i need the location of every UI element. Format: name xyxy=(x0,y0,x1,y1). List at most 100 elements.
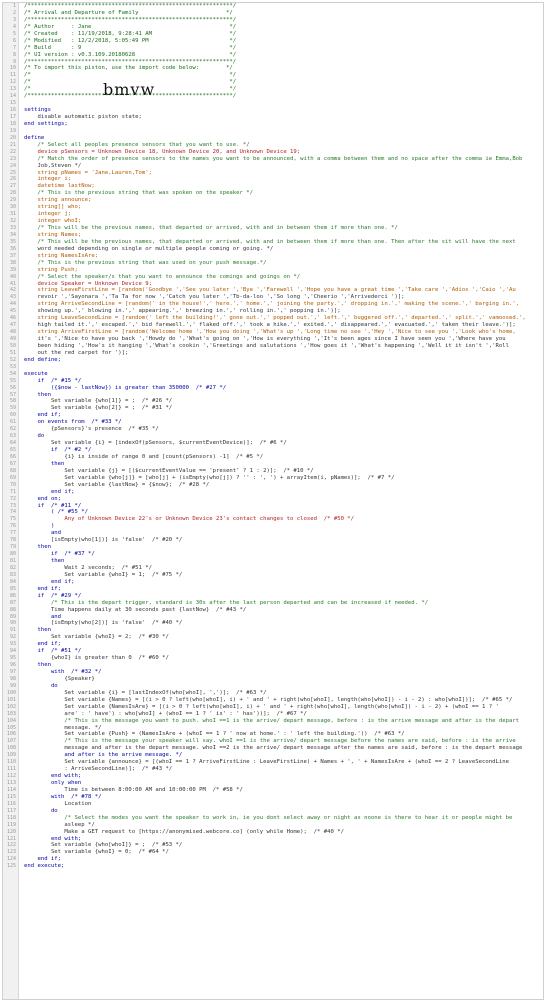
line-number: 10 xyxy=(9,65,16,72)
line-number: 91 xyxy=(9,627,16,634)
line-number: 121 xyxy=(6,835,16,842)
code-line: 77 and xyxy=(3,530,543,537)
line-number: 76 xyxy=(9,523,16,530)
line-number: 89 xyxy=(9,613,16,620)
code-line: 78 [isEmpty(who[1])] is 'false' /* #20 *… xyxy=(3,537,543,544)
line-number: 2 xyxy=(12,9,16,16)
code-line: 54 execute xyxy=(3,371,543,378)
line-number: 49 xyxy=(9,336,16,342)
line-text: and xyxy=(24,613,62,620)
line-text: device pSensors = Unknown Device 18, Unk… xyxy=(24,148,301,155)
code-line: 36 word needed depending on single or mu… xyxy=(3,246,543,253)
line-number: 108 xyxy=(6,745,16,752)
code-line: 40 /* Select the speaker/s that you want… xyxy=(3,274,543,281)
line-number: 116 xyxy=(6,800,16,807)
line-number: 77 xyxy=(9,530,16,537)
line-text: Set variable {j} = [($currentEventValue … xyxy=(24,467,314,474)
code-line: 83 Set variable {whoI} = 1; /* #75 */ xyxy=(3,572,543,579)
code-line: 116 Location xyxy=(3,801,543,808)
line-number: 62 xyxy=(9,426,16,433)
line-text: Set variable {Push} = (NamesIsAre + (who… xyxy=(24,731,405,738)
header-line: 6 /* Modified : 12/2/2018, 5:05:49 PM */ xyxy=(3,38,543,45)
code-line: 90 [isEmpty(who[2])] is 'false' /* #40 *… xyxy=(3,620,543,627)
code-line: 106 Set variable {Push} = (NamesIsAre + … xyxy=(3,731,543,738)
line-number: 90 xyxy=(9,620,16,627)
code-line: 59 Set variable {who[2]} = ; /* #31 */ xyxy=(3,405,543,412)
line-number: 9 xyxy=(12,58,16,65)
code-line: 45 showing up.',' blowing in.',' appeari… xyxy=(3,308,543,315)
line-text: Set variable {i} = [indexOf(pSensors, $c… xyxy=(24,440,287,447)
line-text: : ArriveSecondLine)]; /* #43 */ xyxy=(24,766,173,773)
line-number: 96 xyxy=(9,662,16,669)
line-text: /* Modified : 12/2/2018, 5:05:49 PM */ xyxy=(24,37,237,44)
line-text: Set variable {whoI} = 0; /* #64 */ xyxy=(24,849,169,856)
line-text: /* This is the previous string that was … xyxy=(24,190,254,197)
line-text: only when xyxy=(24,780,82,786)
line-text: if /* #29 */ xyxy=(24,592,82,599)
line-number: 8 xyxy=(12,51,16,58)
line-text: string Push; xyxy=(24,266,78,273)
line-number: 59 xyxy=(9,405,16,412)
code-line: 34 string Names; xyxy=(3,232,543,239)
line-text: message. */ xyxy=(24,724,102,731)
line-number: 111 xyxy=(6,766,16,773)
line-text: then xyxy=(24,544,51,551)
line-number: 99 xyxy=(9,682,16,689)
line-number: 25 xyxy=(9,169,16,176)
line-number: 36 xyxy=(9,245,16,252)
line-number: 80 xyxy=(9,551,16,558)
line-text: Set variable {whoI} = 1; /* #75 */ xyxy=(24,571,183,578)
line-text: then xyxy=(24,662,51,669)
code-line: 69 Set variable {who[j]} = [who[j] + (is… xyxy=(3,475,543,482)
code-line: 20 define xyxy=(3,135,543,142)
line-number: 71 xyxy=(9,488,16,495)
code-line: 119 asleep */ xyxy=(3,822,543,829)
code-line: 42 string LeaveFirstLine = [random('Good… xyxy=(3,287,543,294)
line-number: 74 xyxy=(9,509,16,516)
code-line: 65 if /* #2 */ xyxy=(3,447,543,454)
line-number: 13 xyxy=(9,86,16,93)
line-number: 58 xyxy=(9,398,16,405)
line-number: 55 xyxy=(9,377,16,384)
code-line: 50 been hiding ','How's it hanging ','Wh… xyxy=(3,343,543,350)
code-line: 60 end if; xyxy=(3,412,543,419)
line-text: integer i; xyxy=(24,176,72,183)
line-number: 65 xyxy=(9,447,16,453)
line-text: Set variable {NamesIsAre} = [(i > 0 ? le… xyxy=(24,703,499,710)
line-text: it's ','Nice to have you back ','Howdy d… xyxy=(24,336,506,342)
line-number: 105 xyxy=(6,724,16,731)
line-text: string announce; xyxy=(24,197,92,204)
line-number: 37 xyxy=(9,252,16,259)
code-line: 57 then xyxy=(3,392,543,399)
code-line: 82 Wait 2 seconds; /* #51 */ xyxy=(3,565,543,572)
line-number: 42 xyxy=(9,287,16,294)
line-text: Set variable {who[2]} = ; /* #31 */ xyxy=(24,405,173,412)
code-line: 74 ( /* #55 */ xyxy=(3,509,543,516)
code-line: 111 : ArriveSecondLine)]; /* #43 */ xyxy=(3,766,543,773)
code-line: 26 integer i; xyxy=(3,176,543,183)
code-line: 21 /* Select all peoples presence sensor… xyxy=(3,142,543,149)
header-line: 9 /**************************************… xyxy=(3,59,543,66)
code-line: 110 Set variable {announce} = [(whoI == … xyxy=(3,759,543,766)
code-line: 102 Set variable {NamesIsAre} = [(i > 0 … xyxy=(3,704,543,711)
line-number: 45 xyxy=(9,308,16,315)
line-text: ) xyxy=(24,523,55,530)
line-number: 119 xyxy=(6,821,16,828)
line-number: 83 xyxy=(9,571,16,578)
line-text: then xyxy=(24,558,65,564)
line-text: [isEmpty(who[1])] is 'false' /* #20 */ xyxy=(24,537,183,544)
line-number: 19 xyxy=(9,127,16,134)
line-text: and xyxy=(24,530,62,537)
line-number: 73 xyxy=(9,502,16,509)
line-number: 93 xyxy=(9,641,16,648)
line-text: string Names; xyxy=(24,231,82,238)
line-text: /* This is the message your speaker will… xyxy=(24,738,516,745)
line-number: 88 xyxy=(9,606,16,613)
line-number: 27 xyxy=(9,183,16,190)
line-number: 32 xyxy=(9,218,16,225)
line-text: Set variable {announce} = [(whoI == 1 ? … xyxy=(24,759,509,766)
line-number: 84 xyxy=(9,578,16,585)
line-text: string ArriveFirstLine = [random('Welcom… xyxy=(24,329,516,336)
line-text: if /* #37 */ xyxy=(24,551,95,558)
line-text: end settings; xyxy=(24,120,68,127)
